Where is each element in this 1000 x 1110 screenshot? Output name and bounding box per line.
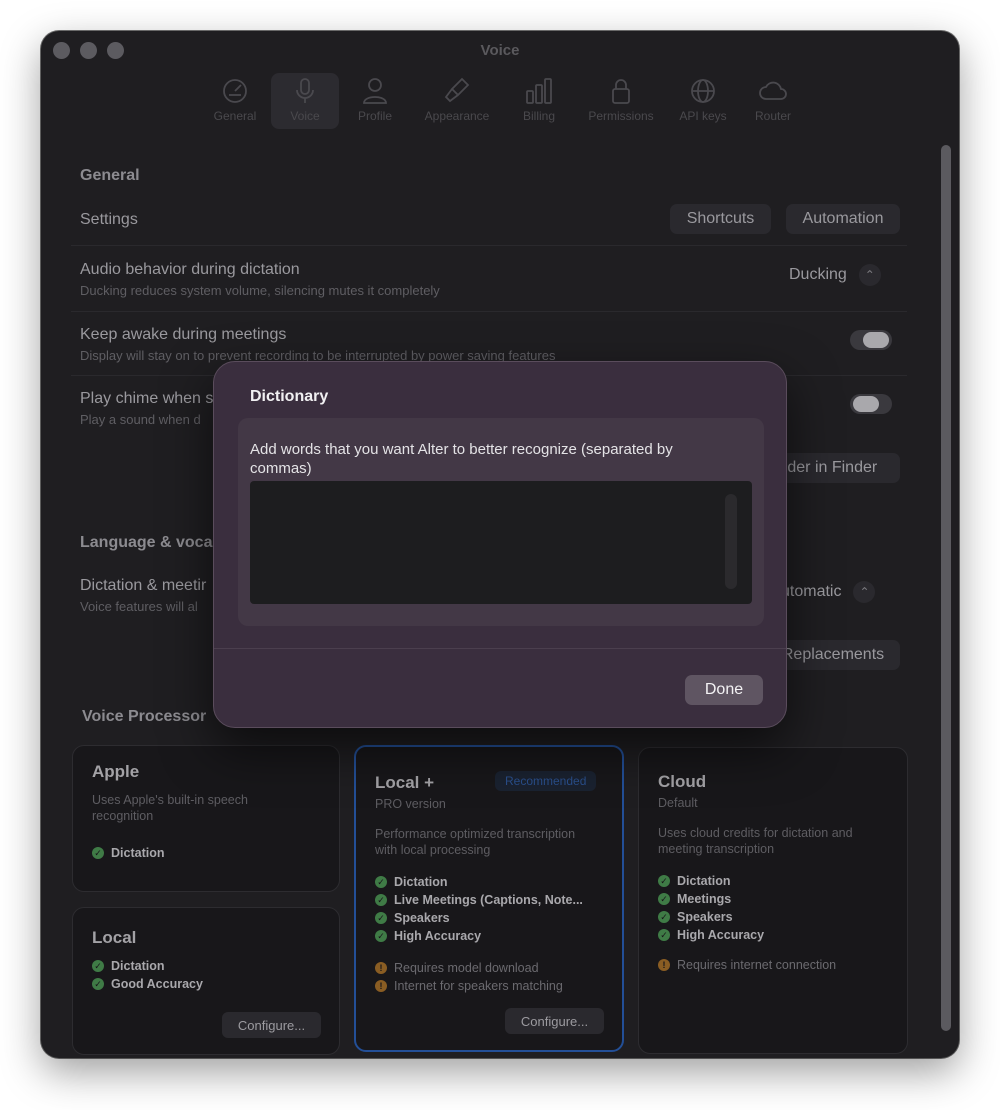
dictionary-input-scrollbar[interactable] bbox=[725, 494, 737, 589]
cloud-processor-card[interactable]: Cloud Default Uses cloud credits for dic… bbox=[638, 747, 908, 1054]
cloud-feature: ✓ Meetings bbox=[658, 892, 731, 906]
feature-label: Speakers bbox=[677, 910, 733, 924]
audio-behavior-subtitle: Ducking reduces system volume, silencing… bbox=[80, 283, 440, 298]
cloud-feature: ✓ High Accuracy bbox=[658, 928, 764, 942]
warning-icon: ! bbox=[375, 980, 387, 992]
apple-card-title: Apple bbox=[92, 762, 140, 781]
settings-label: Settings bbox=[80, 211, 138, 228]
chevron-updown-icon: ⌃ bbox=[853, 581, 876, 603]
local-plus-warning: ! Requires model download bbox=[375, 961, 539, 975]
checkmark-icon: ✓ bbox=[375, 930, 387, 942]
local-card-title: Local bbox=[92, 928, 137, 947]
local-plus-configure-button[interactable]: Configure... bbox=[505, 1008, 604, 1034]
cloud-feature: ✓ Speakers bbox=[658, 910, 733, 924]
local-plus-card-subtitle: PRO version bbox=[375, 797, 446, 811]
shortcuts-button[interactable]: Shortcuts bbox=[670, 204, 771, 234]
cloud-card-title: Cloud bbox=[658, 772, 707, 791]
divider bbox=[71, 245, 907, 246]
checkmark-icon: ✓ bbox=[658, 875, 670, 887]
checkmark-icon: ✓ bbox=[658, 929, 670, 941]
warning-label: Requires model download bbox=[394, 961, 539, 975]
checkmark-icon: ✓ bbox=[658, 893, 670, 905]
divider bbox=[71, 311, 907, 312]
dictation-language-subtitle: Voice features will al bbox=[80, 599, 198, 614]
chevron-updown-icon: ⌃ bbox=[858, 264, 881, 286]
play-chime-title: Play chime when s bbox=[80, 390, 214, 407]
play-chime-subtitle: Play a sound when d bbox=[80, 412, 201, 427]
apple-feature-dictation: ✓ Dictation bbox=[92, 846, 164, 860]
apple-card-description: Uses Apple's built-in speech recognition bbox=[92, 793, 248, 823]
dictionary-words-input[interactable] bbox=[250, 481, 752, 604]
checkmark-icon: ✓ bbox=[375, 912, 387, 924]
dictation-language-title: Dictation & meetir bbox=[80, 577, 207, 594]
warning-label: Internet for speakers matching bbox=[394, 979, 563, 993]
local-plus-warning: ! Internet for speakers matching bbox=[375, 979, 563, 993]
feature-label: High Accuracy bbox=[677, 928, 765, 942]
recommended-badge: Recommended bbox=[495, 771, 597, 791]
cloud-feature: ✓ Dictation bbox=[658, 874, 730, 888]
checkmark-icon: ✓ bbox=[92, 847, 104, 859]
audio-behavior-value: Ducking bbox=[789, 266, 847, 283]
cloud-card-subtitle: Default bbox=[658, 796, 698, 810]
dictionary-dialog: Dictionary Add words that you want Alter… bbox=[213, 361, 787, 728]
feature-label: Dictation bbox=[111, 959, 165, 973]
local-feature-dictation: ✓ Dictation bbox=[92, 959, 164, 973]
local-feature-accuracy: ✓ Good Accuracy bbox=[92, 977, 203, 991]
cloud-card-description: Uses cloud credits for dictation and mee… bbox=[658, 826, 853, 856]
keep-awake-title: Keep awake during meetings bbox=[80, 326, 287, 343]
local-plus-feature: ✓ Live Meetings (Captions, Note... bbox=[375, 893, 583, 907]
automation-button[interactable]: Automation bbox=[786, 204, 900, 234]
cloud-warning: ! Requires internet connection bbox=[658, 958, 836, 972]
dictionary-dialog-title: Dictionary bbox=[250, 388, 329, 405]
local-plus-feature: ✓ High Accuracy bbox=[375, 929, 481, 943]
feature-label: Meetings bbox=[677, 892, 732, 906]
local-plus-feature: ✓ Dictation bbox=[375, 875, 447, 889]
language-heading: Language & voca bbox=[80, 534, 213, 551]
dictionary-panel: Add words that you want Alter to better … bbox=[238, 418, 764, 626]
checkmark-icon: ✓ bbox=[92, 960, 104, 972]
feature-label: Speakers bbox=[394, 911, 450, 925]
dictation-language-value: utomatic bbox=[781, 583, 842, 600]
keep-awake-toggle[interactable] bbox=[850, 330, 892, 350]
divider bbox=[214, 648, 786, 649]
voice-processor-heading: Voice Processor bbox=[82, 708, 207, 725]
checkmark-icon: ✓ bbox=[92, 978, 104, 990]
audio-behavior-title: Audio behavior during dictation bbox=[80, 261, 300, 278]
dictionary-instructions: Add words that you want Alter to better … bbox=[250, 441, 673, 477]
checkmark-icon: ✓ bbox=[375, 876, 387, 888]
feature-label: High Accuracy bbox=[394, 929, 482, 943]
local-configure-button[interactable]: Configure... bbox=[222, 1012, 321, 1038]
local-processor-card[interactable]: Local ✓ Dictation ✓ Good Accuracy Configur… bbox=[72, 907, 340, 1055]
apple-processor-card[interactable]: Apple Uses Apple's built-in speech recog… bbox=[72, 745, 340, 892]
feature-label: Dictation bbox=[677, 874, 731, 888]
dictation-language-select[interactable]: utomatic ⌃ bbox=[781, 581, 876, 603]
feature-label: Good Accuracy bbox=[111, 977, 203, 991]
local-plus-card-description: Performance optimized transcription with… bbox=[375, 827, 576, 857]
warning-label: Requires internet connection bbox=[677, 958, 837, 972]
checkmark-icon: ✓ bbox=[375, 894, 387, 906]
warning-icon: ! bbox=[375, 962, 387, 974]
audio-behavior-select[interactable]: Ducking ⌃ bbox=[789, 264, 881, 286]
local-plus-card-title: Local + bbox=[375, 773, 435, 792]
feature-label: Live Meetings (Captions, Note... bbox=[394, 893, 583, 907]
checkmark-icon: ✓ bbox=[658, 911, 670, 923]
warning-icon: ! bbox=[658, 959, 670, 971]
general-heading: General bbox=[80, 167, 140, 184]
done-button[interactable]: Done bbox=[685, 675, 763, 705]
local-plus-feature: ✓ Speakers bbox=[375, 911, 450, 925]
feature-label: Dictation bbox=[394, 875, 448, 889]
local-plus-processor-card[interactable]: Local + Recommended PRO version Performa… bbox=[354, 745, 624, 1052]
play-chime-toggle[interactable] bbox=[850, 394, 892, 414]
feature-label: Dictation bbox=[111, 846, 165, 860]
